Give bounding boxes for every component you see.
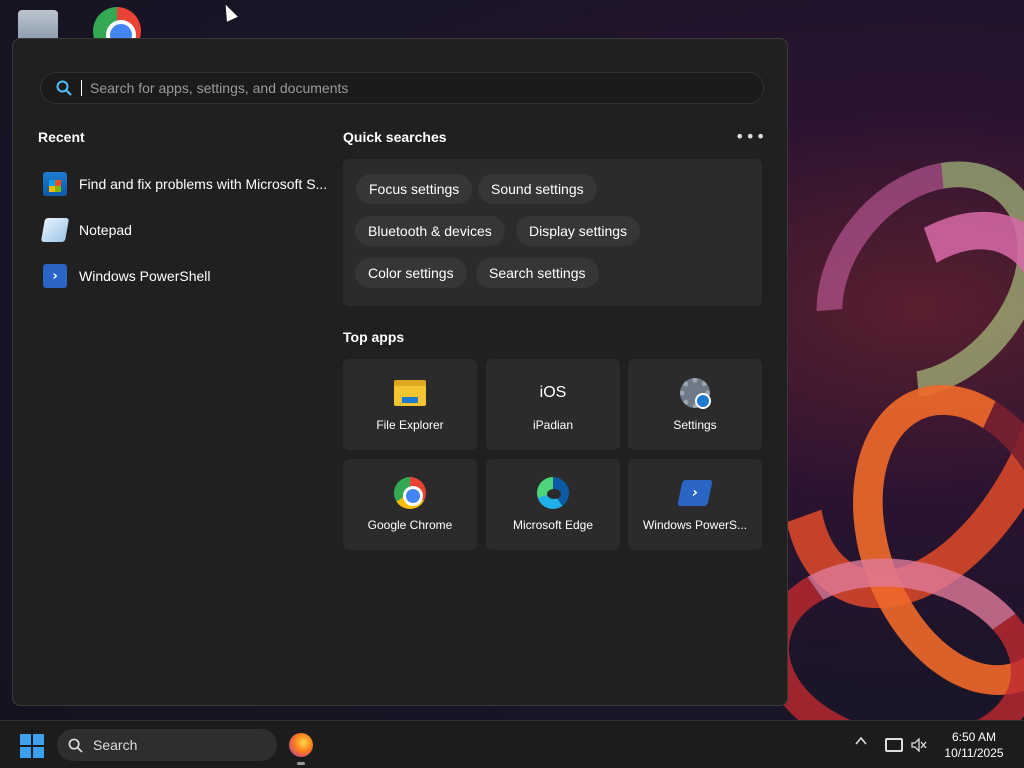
taskbar-search-box[interactable]: Search <box>57 729 277 761</box>
recent-item-label: Notepad <box>79 222 132 238</box>
app-tile-label: iPadian <box>532 418 574 432</box>
firefox-icon[interactable] <box>289 733 313 757</box>
taskbar-search-label: Search <box>93 737 138 753</box>
volume-muted-icon[interactable] <box>911 737 927 753</box>
text-caret <box>81 80 82 96</box>
app-tile-label: Windows PowerS... <box>642 518 748 532</box>
search-box[interactable] <box>40 72 764 104</box>
search-icon <box>67 737 83 753</box>
powershell-icon: › <box>677 477 713 509</box>
ipadian-icon: iOS <box>539 384 567 401</box>
app-tile-windows-powershell[interactable]: › Windows PowerS... <box>628 459 762 550</box>
chip-bluetooth-devices[interactable]: Bluetooth & devices <box>355 216 505 246</box>
chip-sound-settings[interactable]: Sound settings <box>478 174 597 204</box>
search-icon <box>55 79 73 97</box>
edge-icon <box>537 477 569 509</box>
recent-item-store-troubleshooter[interactable]: Find and fix problems with Microsoft S..… <box>43 161 333 207</box>
more-options-button[interactable]: ••• <box>735 127 766 146</box>
app-tile-label: Settings <box>673 418 717 432</box>
chip-search-settings[interactable]: Search settings <box>476 258 599 288</box>
powershell-icon: › <box>43 264 67 288</box>
windows-start-icon[interactable] <box>20 734 44 758</box>
recent-item-powershell[interactable]: › Windows PowerShell <box>43 253 333 299</box>
app-tile-google-chrome[interactable]: Google Chrome <box>343 459 477 550</box>
app-tile-microsoft-edge[interactable]: Microsoft Edge <box>486 459 620 550</box>
gear-icon <box>679 377 711 409</box>
chip-display-settings[interactable]: Display settings <box>516 216 641 246</box>
network-icon[interactable] <box>885 738 903 752</box>
running-indicator <box>297 762 305 765</box>
app-tile-ipadian[interactable]: iOS iPadian <box>486 359 620 450</box>
chip-focus-settings[interactable]: Focus settings <box>356 174 473 204</box>
app-tile-label: Microsoft Edge <box>512 518 594 532</box>
search-panel: Recent Quick searches ••• Find and fix p… <box>12 38 788 706</box>
mouse-cursor-icon <box>220 2 238 22</box>
app-tile-settings[interactable]: Settings <box>628 359 762 450</box>
chrome-icon <box>394 477 426 509</box>
store-troubleshooter-icon <box>43 172 67 196</box>
app-tile-file-explorer[interactable]: File Explorer <box>343 359 477 450</box>
app-tile-label: Google Chrome <box>367 518 453 532</box>
quick-searches-box: Focus settings Sound settings Bluetooth … <box>343 159 762 306</box>
taskbar: Search 6:50 AM 10/11/2025 <box>0 720 1024 768</box>
search-input[interactable] <box>90 80 730 96</box>
recent-item-label: Find and fix problems with Microsoft S..… <box>79 176 328 192</box>
clock-date: 10/11/2025 <box>944 746 1004 760</box>
recent-item-notepad[interactable]: Notepad <box>40 207 333 253</box>
chip-color-settings[interactable]: Color settings <box>355 258 467 288</box>
taskbar-clock[interactable]: 6:50 AM 10/11/2025 <box>936 729 1012 761</box>
recent-heading: Recent <box>38 129 85 145</box>
quick-searches-heading: Quick searches <box>343 129 447 145</box>
top-apps-heading: Top apps <box>343 329 405 345</box>
folder-icon <box>394 377 426 409</box>
clock-time: 6:50 AM <box>951 730 997 744</box>
app-tile-label: File Explorer <box>376 418 444 432</box>
notepad-icon <box>40 218 70 242</box>
chevron-up-icon[interactable] <box>855 735 867 751</box>
recent-item-label: Windows PowerShell <box>79 268 211 284</box>
recent-list: Find and fix problems with Microsoft S..… <box>40 161 333 299</box>
